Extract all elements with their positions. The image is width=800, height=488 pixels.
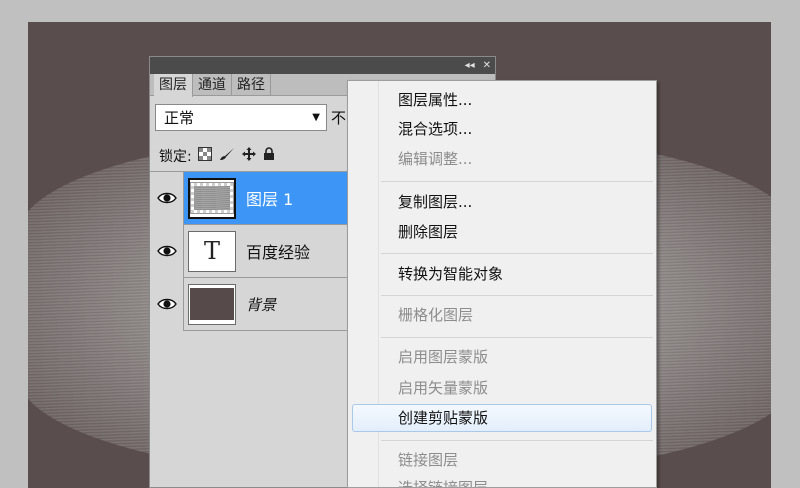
- layer-name[interactable]: 百度经验: [246, 239, 310, 263]
- menu-item-create-clipping-mask[interactable]: 创建剪贴蒙版: [398, 406, 488, 430]
- brush-lock-icon[interactable]: [219, 147, 235, 165]
- text-layer-thumbnail: T: [188, 230, 236, 272]
- tab-layers[interactable]: 图层: [154, 74, 193, 97]
- padlock-icon[interactable]: [263, 147, 275, 165]
- menu-item-layer-properties[interactable]: 图层属性...: [398, 88, 472, 112]
- tab-channels[interactable]: 通道: [193, 74, 232, 96]
- menu-separator: [381, 440, 653, 441]
- menu-item-duplicate-layer[interactable]: 复制图层...: [398, 190, 472, 214]
- menu-item-convert-smart-object[interactable]: 转换为智能对象: [398, 262, 503, 286]
- menu-item-link-layers: 链接图层: [398, 451, 459, 469]
- blend-mode-value: 正常: [164, 109, 195, 127]
- menu-item-select-linked-layers: 选择链接图层: [398, 479, 489, 488]
- menu-item-enable-layer-mask: 启用图层蒙版: [398, 348, 489, 366]
- layer-thumbnail: [188, 177, 236, 219]
- transparency-lock-icon[interactable]: [197, 147, 212, 165]
- tab-paths[interactable]: 路径: [232, 74, 271, 96]
- visibility-toggle[interactable]: [150, 224, 184, 278]
- menu-item-enable-vector-mask: 启用矢量蒙版: [398, 379, 489, 397]
- context-menu: 图层属性... 混合选项... 编辑调整... 复制图层... 删除图层 转换为…: [347, 80, 657, 488]
- visibility-toggle[interactable]: [150, 171, 184, 225]
- menu-separator: [381, 295, 653, 296]
- menu-highlight: [352, 404, 652, 432]
- panel-titlebar: ◂◂ ✕: [150, 57, 495, 74]
- background-thumbnail: [188, 283, 236, 325]
- menu-separator: [381, 337, 653, 338]
- menu-item-edit-adjustment: 编辑调整...: [398, 150, 473, 168]
- eye-icon: [156, 298, 177, 310]
- menu-item-rasterize-layer: 栅格化图层: [398, 306, 474, 324]
- chevron-down-icon: ▼: [312, 112, 320, 123]
- lock-label: 锁定:: [159, 149, 192, 165]
- eye-icon: [156, 192, 177, 204]
- close-icon[interactable]: ✕: [483, 59, 491, 73]
- blend-row: 正常 ▼ 不: [155, 104, 346, 131]
- lock-row: 锁定:: [159, 146, 275, 166]
- visibility-toggle[interactable]: [150, 277, 184, 331]
- blend-mode-select[interactable]: 正常 ▼: [155, 104, 327, 131]
- menu-item-blending-options[interactable]: 混合选项...: [398, 117, 472, 141]
- menu-separator: [381, 253, 653, 254]
- move-lock-icon[interactable]: [241, 147, 256, 165]
- eye-icon: [156, 245, 177, 257]
- opacity-label: 不: [331, 109, 347, 127]
- menu-separator: [381, 181, 653, 182]
- menu-item-delete-layer[interactable]: 删除图层: [398, 220, 458, 244]
- text-layer-icon: T: [203, 237, 220, 265]
- layer-name[interactable]: 背景: [246, 294, 276, 315]
- collapse-icon[interactable]: ◂◂: [465, 59, 475, 73]
- layer-name[interactable]: 图层 1: [246, 186, 293, 210]
